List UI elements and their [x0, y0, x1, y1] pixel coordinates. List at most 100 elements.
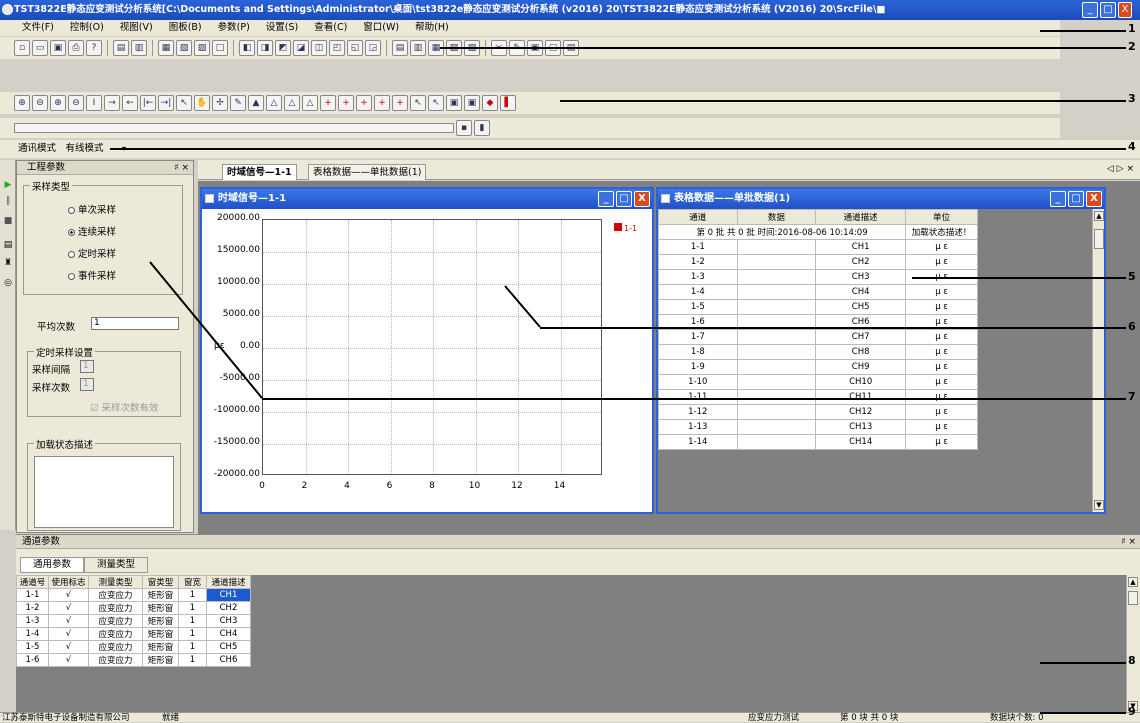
table-cell[interactable]: μ ε: [905, 344, 978, 360]
interval-input[interactable]: 1: [80, 360, 94, 373]
table-icon[interactable]: ▥: [410, 40, 426, 56]
table-cell[interactable]: [736, 389, 817, 405]
table-cell[interactable]: 应变应力: [88, 588, 143, 602]
table-cell[interactable]: μ ε: [905, 299, 978, 315]
table-cell[interactable]: 应变应力: [88, 640, 143, 654]
table-cell[interactable]: μ ε: [905, 284, 978, 300]
table-cell[interactable]: μ ε: [905, 389, 978, 405]
table-cell[interactable]: CH1: [815, 239, 907, 255]
open-folder-icon[interactable]: ▭: [32, 40, 48, 56]
data-table[interactable]: 通道 数据 通道描述 单位 第 0 批 共 0 批 时间:2016-08-06 …: [657, 209, 978, 450]
table-cell[interactable]: CH12: [815, 404, 907, 420]
tab-table-data[interactable]: 表格数据——单批数据(1): [308, 164, 427, 180]
table-row[interactable]: 1-2 CH2 μ ε: [658, 254, 978, 270]
bookmark-icon[interactable]: ▪: [456, 120, 472, 136]
table-cell[interactable]: 1-11: [658, 389, 738, 405]
radio-event-sample[interactable]: 事件采样: [68, 268, 116, 282]
table-cell[interactable]: 1-7: [658, 329, 738, 345]
select-icon[interactable]: ↖: [176, 95, 192, 111]
table-cell[interactable]: 1-1: [16, 588, 49, 602]
menu-board[interactable]: 图板(B): [169, 20, 202, 36]
table-row[interactable]: 1-3 √ 应变应力 矩形窗 1 CH3: [16, 614, 251, 628]
table-cell[interactable]: 1: [178, 627, 207, 641]
chart-icon[interactable]: ◨: [257, 40, 273, 56]
close-button[interactable]: X: [634, 191, 650, 207]
tab-time-signal[interactable]: 时域信号—1-1: [222, 164, 297, 180]
col-header[interactable]: 通道描述: [815, 209, 907, 225]
copy-icon[interactable]: ▣: [464, 95, 480, 111]
layout-icon[interactable]: ▧: [176, 40, 192, 56]
table-cell[interactable]: 1-3: [658, 269, 738, 285]
arrow-left-icon[interactable]: ←: [122, 95, 138, 111]
table-cell[interactable]: CH13: [815, 419, 907, 435]
chart-icon[interactable]: ◪: [293, 40, 309, 56]
table-cell[interactable]: 应变应力: [88, 653, 143, 667]
scroll-up-icon[interactable]: ▲: [1128, 577, 1138, 587]
chart-icon[interactable]: ◰: [329, 40, 345, 56]
table-cell[interactable]: 1-4: [658, 284, 738, 300]
table-row[interactable]: 1-10 CH10 μ ε: [658, 374, 978, 390]
peak-marker-icon[interactable]: +: [392, 95, 408, 111]
table-cell[interactable]: CH2: [206, 601, 251, 615]
table-cell[interactable]: 1-12: [658, 404, 738, 420]
help-icon[interactable]: ?: [86, 40, 102, 56]
cursor-icon[interactable]: I: [86, 95, 102, 111]
zoom-x-icon[interactable]: ⊕: [50, 95, 66, 111]
load-desc-textarea[interactable]: [34, 456, 174, 528]
stop-icon[interactable]: ▮: [474, 120, 490, 136]
layout-icon[interactable]: ▨: [194, 40, 210, 56]
table-cell[interactable]: 1-4: [16, 627, 49, 641]
table-cell[interactable]: CH4: [206, 627, 251, 641]
comm-mode-value[interactable]: 有线模式: [66, 143, 104, 154]
radio-timed-sample[interactable]: 定时采样: [68, 246, 116, 260]
table-cell[interactable]: CH2: [815, 254, 907, 270]
pause-icon[interactable]: ∥: [3, 196, 13, 206]
table-cell[interactable]: [736, 299, 817, 315]
table-cell[interactable]: 1-10: [658, 374, 738, 390]
col-header[interactable]: 使用标志: [48, 575, 89, 589]
crosshair-icon[interactable]: ✢: [212, 95, 228, 111]
progress-slider[interactable]: [14, 123, 454, 133]
table-cell[interactable]: μ ε: [905, 254, 978, 270]
table-row[interactable]: 1-5 √ 应变应力 矩形窗 1 CH5: [16, 640, 251, 654]
table-cell[interactable]: 应变应力: [88, 601, 143, 615]
table-cell[interactable]: 1: [178, 614, 207, 628]
menu-view[interactable]: 视图(V): [120, 20, 153, 36]
menu-file[interactable]: 文件(F): [22, 20, 54, 36]
note-icon[interactable]: ↖: [410, 95, 426, 111]
table-cell[interactable]: CH3: [206, 614, 251, 628]
chart-icon[interactable]: ◧: [239, 40, 255, 56]
minimize-button[interactable]: _: [1082, 2, 1098, 18]
table-cell[interactable]: 矩形窗: [142, 614, 179, 628]
table-row[interactable]: 1-8 CH8 μ ε: [658, 344, 978, 360]
app-icon[interactable]: [2, 4, 13, 15]
scroll-thumb[interactable]: [1128, 591, 1138, 605]
table-cell[interactable]: [736, 284, 817, 300]
copy-icon[interactable]: ▣: [446, 95, 462, 111]
table-row[interactable]: 1-11 CH11 μ ε: [658, 389, 978, 405]
table-row[interactable]: 1-5 CH5 μ ε: [658, 299, 978, 315]
menu-inspect[interactable]: 查看(C): [314, 20, 347, 36]
count-valid-checkbox[interactable]: ☑ 采样次数有效: [90, 400, 159, 414]
table-cell[interactable]: 1-2: [16, 601, 49, 615]
col-header[interactable]: 窗类型: [142, 575, 179, 589]
maximize-button[interactable]: □: [1068, 191, 1084, 207]
menu-window[interactable]: 窗口(W): [363, 20, 399, 36]
peak-marker-icon[interactable]: +: [338, 95, 354, 111]
table-cell[interactable]: [736, 374, 817, 390]
table-row[interactable]: 1-1 CH1 μ ε: [658, 239, 978, 255]
marker-icon[interactable]: △: [284, 95, 300, 111]
table-row[interactable]: 1-6 √ 应变应力 矩形窗 1 CH6: [16, 653, 251, 667]
table-cell[interactable]: [736, 434, 817, 450]
table-cell[interactable]: √: [48, 640, 89, 654]
tile-window-icon[interactable]: ▤: [113, 40, 129, 56]
radio-single-sample[interactable]: 单次采样: [68, 202, 116, 216]
layout-icon[interactable]: ▦: [158, 40, 174, 56]
vertical-scrollbar[interactable]: ▲ ▼: [1092, 209, 1104, 512]
table-cell[interactable]: [736, 359, 817, 375]
arrow-right-icon[interactable]: →: [104, 95, 120, 111]
table-cell[interactable]: [736, 419, 817, 435]
plot-canvas[interactable]: με 1-1 20000.00 15000.00 10000.00 5000.00 0.…: [202, 209, 652, 512]
menu-params[interactable]: 参数(P): [218, 20, 250, 36]
tab-nav-icons[interactable]: ◁ ▷ ×: [1107, 164, 1134, 174]
